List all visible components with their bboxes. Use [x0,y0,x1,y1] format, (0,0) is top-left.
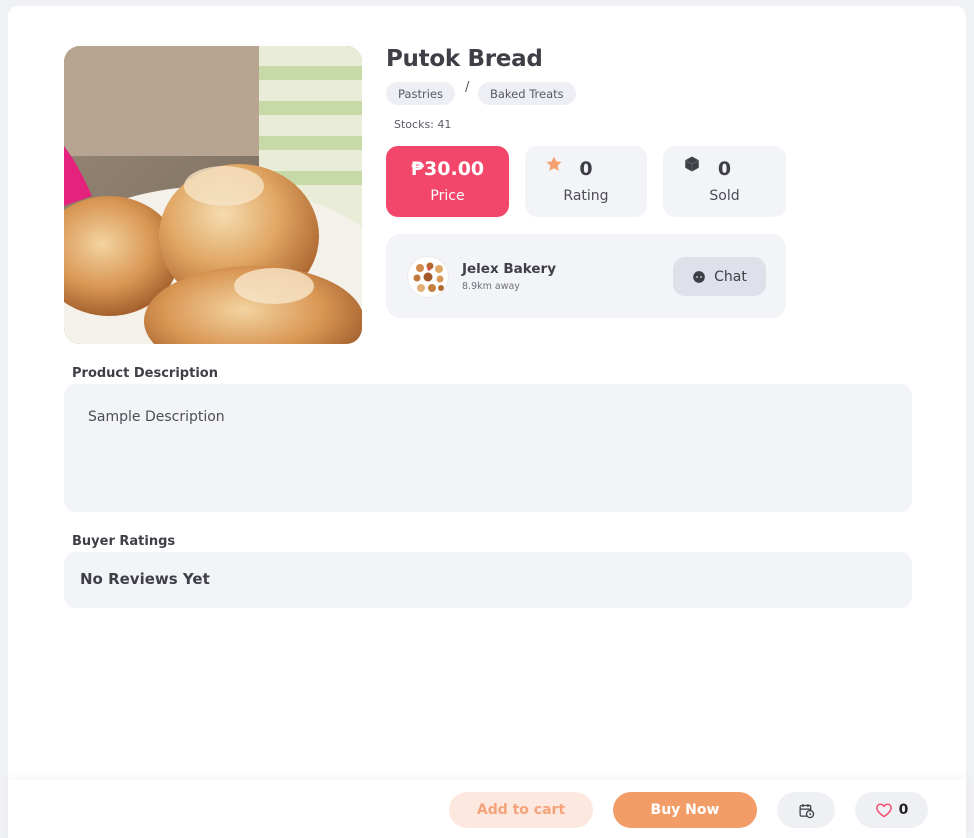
bottom-action-bar: Add to cart Buy Now 0 [8,780,966,838]
sold-value: 0 [717,158,732,180]
heart-icon [875,803,892,818]
seller-card: Jelex Bakery 8.9km away Chat [386,234,786,318]
category-tag-baked-treats[interactable]: Baked Treats [478,82,576,105]
schedule-button[interactable] [777,792,835,828]
description-box: Sample Description [64,384,912,512]
sold-label: Sold [709,188,740,204]
price-label: Price [430,188,465,204]
no-reviews-text: No Reviews Yet [80,570,210,588]
price-card: ₱30.00 Price [386,146,509,217]
description-heading: Product Description [72,366,218,381]
buy-now-button[interactable]: Buy Now [613,792,757,828]
chat-bubble-icon [693,270,705,283]
category-tag-pastries[interactable]: Pastries [386,82,455,105]
seller-avatar[interactable] [407,256,449,298]
calendar-clock-icon [798,803,814,818]
chat-button[interactable]: Chat [673,257,766,296]
add-to-cart-button[interactable]: Add to cart [449,792,593,828]
rating-value: 0 [579,158,593,180]
category-separator: / [465,80,470,95]
stock-count: Stocks: 41 [394,118,452,131]
product-title: Putok Bread [386,46,543,72]
seller-distance: 8.9km away [462,281,520,292]
chat-label: Chat [714,268,747,285]
favorite-count: 0 [898,802,909,818]
rating-card: 0 Rating [525,146,647,217]
product-image[interactable] [64,46,362,344]
favorite-button[interactable]: 0 [855,792,928,828]
ratings-box: No Reviews Yet [64,552,912,608]
rating-label: Rating [563,188,609,204]
price-value: ₱30.00 [410,158,485,180]
sold-card: 0 Sold [663,146,786,217]
ratings-heading: Buyer Ratings [72,534,176,549]
description-text: Sample Description [88,409,225,425]
seller-name[interactable]: Jelex Bakery [462,261,556,277]
